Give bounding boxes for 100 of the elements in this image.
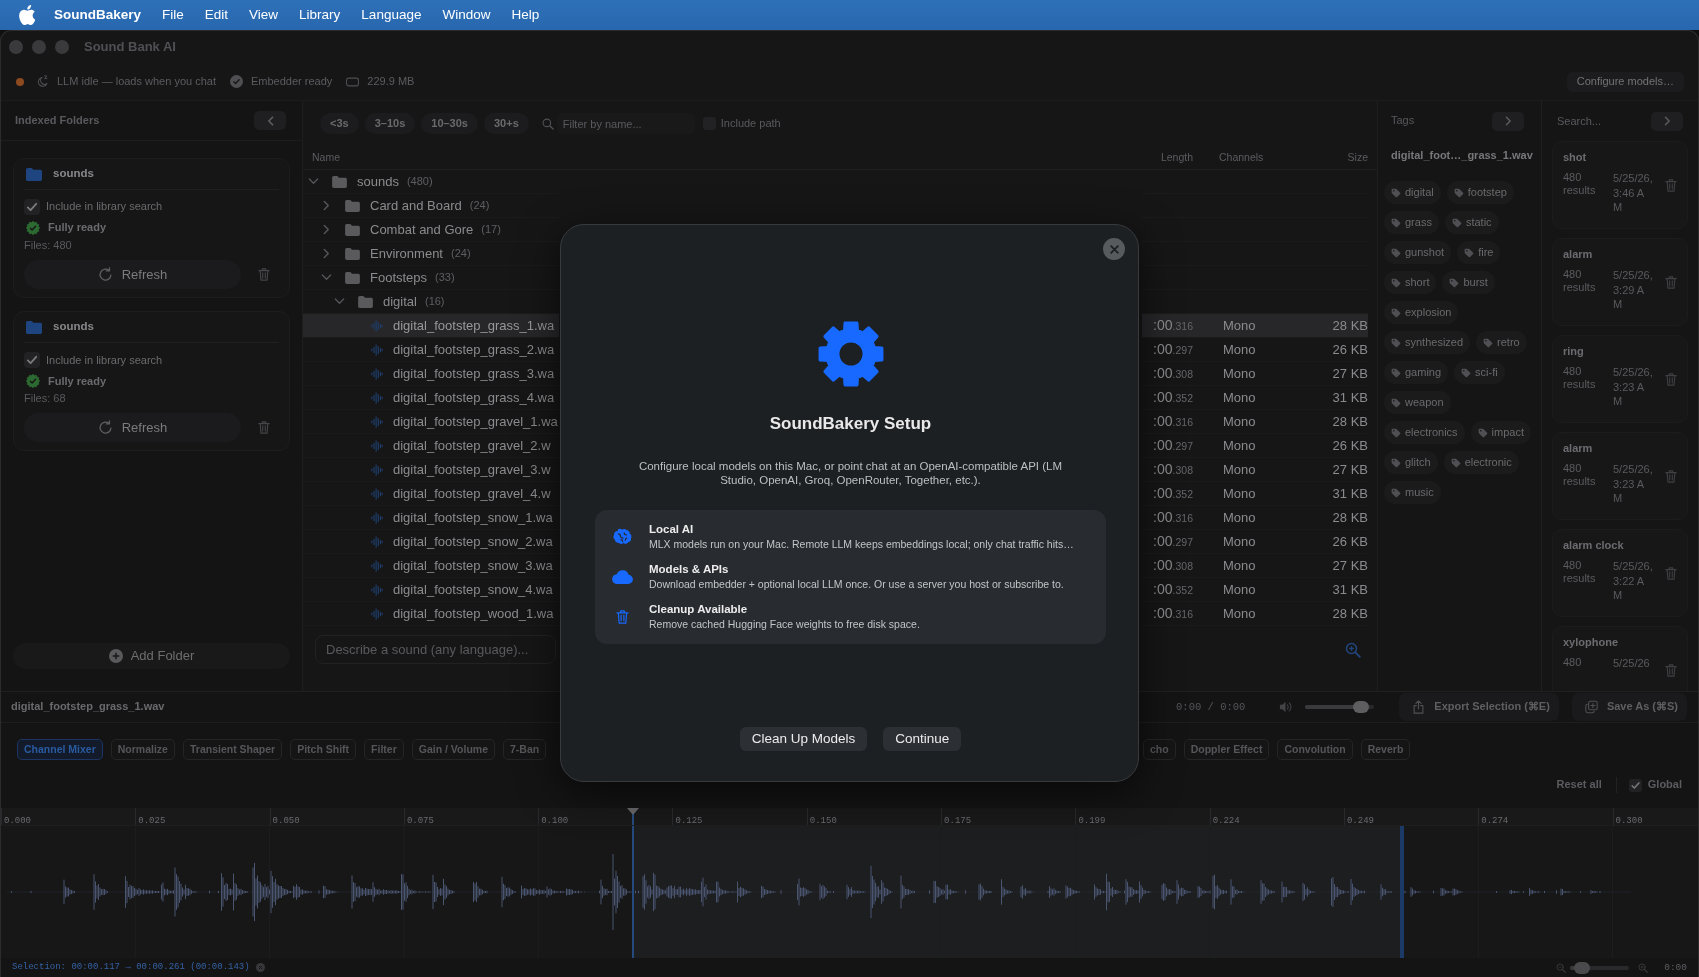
column-header[interactable]: Channels: [1219, 151, 1264, 164]
effect-tab[interactable]: 7-Ban: [503, 739, 547, 760]
add-folder-button[interactable]: Add Folder: [13, 643, 290, 669]
tree-row[interactable]: digital_footstep_snow_2.wa: [303, 530, 559, 554]
effect-tab[interactable]: cho: [1143, 739, 1176, 760]
tag-chip[interactable]: electronics: [1384, 421, 1465, 445]
effect-tab[interactable]: Doppler Effect: [1183, 739, 1270, 760]
tag-chip[interactable]: short: [1384, 271, 1437, 295]
trash-icon[interactable]: [1665, 372, 1677, 388]
trash-icon[interactable]: [1665, 566, 1677, 582]
search-history-card[interactable]: ring 480 results 5/25/26, 3:23 AM: [1552, 335, 1688, 423]
search-history-card[interactable]: alarm 480 results 5/25/26, 3:23 AM: [1552, 432, 1688, 520]
checkbox[interactable]: [1628, 778, 1642, 792]
tag-chip[interactable]: burst: [1442, 271, 1495, 295]
refresh-button[interactable]: Refresh: [24, 413, 241, 443]
tree-row[interactable]: digital_footstep_grass_1.wa: [303, 314, 559, 338]
trash-icon[interactable]: [1665, 663, 1677, 679]
zoom-in-icon[interactable]: [1638, 962, 1649, 973]
effect-tab[interactable]: Pitch Shift: [290, 739, 357, 760]
tag-chip[interactable]: glitch: [1384, 451, 1438, 475]
duration-filter-chip[interactable]: <3s: [320, 113, 359, 134]
menu-item[interactable]: File: [162, 6, 184, 24]
column-header[interactable]: Name: [303, 151, 340, 164]
effect-tab[interactable]: Transient Shaper: [182, 739, 283, 760]
tree-row[interactable]: sounds (480): [303, 170, 559, 194]
effect-tab[interactable]: Normalize: [110, 739, 175, 760]
menu-item[interactable]: Help: [511, 6, 540, 24]
slider-thumb[interactable]: [1574, 961, 1591, 974]
tag-chip[interactable]: synthesized: [1384, 331, 1471, 355]
description-field[interactable]: Describe a sound (any language)...: [315, 635, 556, 664]
window-close-button[interactable]: [9, 40, 23, 54]
chevron-down-icon[interactable]: [334, 298, 345, 305]
configure-models-button[interactable]: Configure models…: [1566, 71, 1684, 92]
tree-row[interactable]: digital_footstep_gravel_4.w: [303, 482, 559, 506]
window-minimize-button[interactable]: [32, 40, 46, 54]
window-zoom-button[interactable]: [55, 40, 69, 54]
tag-chip[interactable]: music: [1384, 481, 1441, 505]
checkbox[interactable]: [24, 352, 40, 369]
trash-icon[interactable]: [1665, 178, 1677, 194]
tree-row[interactable]: Environment (24): [303, 242, 559, 266]
chevron-right-icon[interactable]: [323, 200, 330, 211]
tag-chip[interactable]: static: [1444, 211, 1499, 235]
tag-chip[interactable]: grass: [1384, 211, 1439, 235]
tag-chip[interactable]: impact: [1470, 421, 1531, 445]
tree-row[interactable]: digital_footstep_grass_3.wa: [303, 362, 559, 386]
effect-tab[interactable]: Convolution: [1277, 739, 1353, 760]
effect-tab[interactable]: Reverb: [1360, 739, 1411, 760]
refresh-button[interactable]: Refresh: [24, 260, 241, 290]
tree-row[interactable]: Footsteps (33): [303, 266, 559, 290]
effect-tab[interactable]: Channel Mixer: [17, 739, 103, 760]
dialog-button[interactable]: Continue: [883, 727, 962, 751]
tag-chip[interactable]: gunshot: [1384, 241, 1452, 265]
duration-filter-chip[interactable]: 30+s: [484, 113, 529, 134]
menu-item[interactable]: Edit: [204, 6, 229, 24]
tree-row[interactable]: digital_footstep_gravel_3.w: [303, 458, 559, 482]
search-history-card[interactable]: alarm clock 480 results 5/25/26, 3:22 AM: [1552, 529, 1688, 617]
playhead-icon[interactable]: [627, 808, 639, 825]
chevron-right-icon[interactable]: [323, 248, 330, 259]
tree-row[interactable]: digital_footstep_snow_4.wa: [303, 578, 559, 602]
tag-chip[interactable]: sci-fi: [1454, 361, 1505, 385]
tree-row[interactable]: digital_footstep_gravel_2.w: [303, 434, 559, 458]
trash-icon[interactable]: [258, 420, 270, 436]
duration-filter-chip[interactable]: 10–30s: [421, 113, 478, 134]
tree-row[interactable]: digital_footstep_grass_4.wa: [303, 386, 559, 410]
chevron-down-icon[interactable]: [321, 274, 332, 281]
menu-item[interactable]: Language: [361, 6, 422, 24]
expand-panel-button[interactable]: [1492, 111, 1524, 131]
tag-chip[interactable]: digital: [1384, 181, 1441, 205]
checkbox[interactable]: [24, 199, 40, 215]
menu-item[interactable]: Window: [442, 6, 491, 24]
tree-row[interactable]: digital_footstep_grass_2.wa: [303, 338, 559, 362]
search-history-card[interactable]: xylophone 480 5/25/26: [1552, 626, 1688, 691]
tag-chip[interactable]: retro: [1476, 331, 1527, 355]
tag-chip[interactable]: explosion: [1384, 301, 1459, 325]
speaker-icon[interactable]: [1278, 701, 1294, 713]
tree-row[interactable]: digital_footstep_gravel_1.wa: [303, 410, 559, 434]
reset-all-button[interactable]: Reset all: [1556, 778, 1602, 792]
tree-row[interactable]: digital_footstep_snow_3.wa: [303, 554, 559, 578]
export-selection-button[interactable]: Export Selection (⌘E): [1399, 693, 1559, 721]
tree-row[interactable]: Combat and Gore (17): [303, 218, 559, 242]
collapse-sidebar-button[interactable]: [254, 111, 286, 130]
trash-icon[interactable]: [1665, 275, 1677, 291]
column-header[interactable]: Length: [1160, 151, 1193, 164]
search-history-card[interactable]: shot 480 results 5/25/26, 3:46 AM: [1552, 141, 1688, 229]
app-menu[interactable]: SoundBakery: [54, 6, 142, 24]
slider-thumb[interactable]: [1353, 701, 1370, 713]
zoom-out-icon[interactable]: [1556, 962, 1567, 973]
tree-row[interactable]: digital_footstep_snow_1.wa: [303, 506, 559, 530]
duration-filter-chip[interactable]: 3–10s: [364, 113, 416, 134]
chevron-right-icon[interactable]: [323, 224, 330, 235]
zoom-in-icon[interactable]: [1345, 642, 1361, 658]
save-as-button[interactable]: Save As (⌘S): [1571, 693, 1687, 721]
tag-chip[interactable]: electronic: [1443, 451, 1519, 475]
search-history-card[interactable]: alarm 480 results 5/25/26, 3:29 AM: [1552, 238, 1688, 326]
tag-chip[interactable]: fire: [1457, 241, 1501, 265]
tag-chip[interactable]: weapon: [1384, 391, 1451, 415]
expand-panel-button[interactable]: [1651, 111, 1683, 131]
tag-chip[interactable]: gaming: [1384, 361, 1449, 385]
tree-row[interactable]: digital_footstep_wood_1.wa: [303, 602, 559, 626]
x-circle-icon[interactable]: [255, 963, 265, 972]
